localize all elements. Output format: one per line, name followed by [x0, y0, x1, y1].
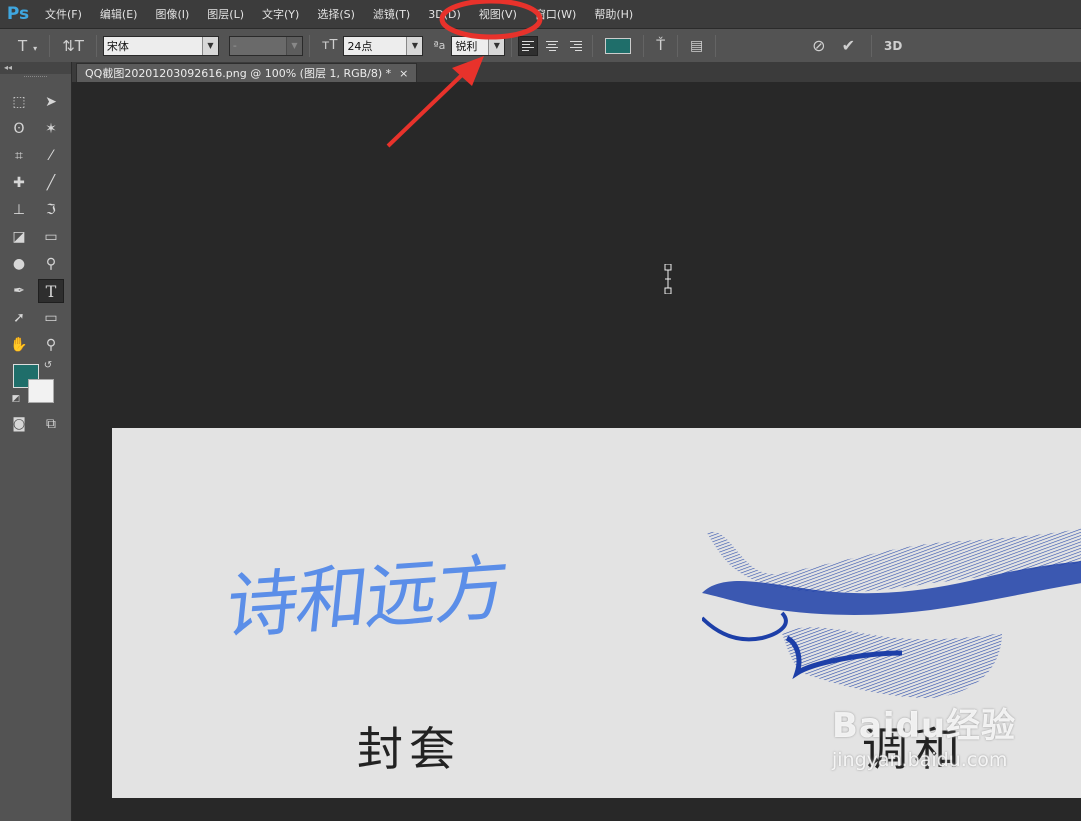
zoom-tool-icon[interactable]: ⚲ [38, 333, 64, 357]
document-canvas[interactable]: 诗和远方 封套 调和 Baidu经验 jingyan.baidu.com [112, 428, 1081, 798]
close-icon[interactable]: × [399, 67, 408, 80]
lasso-tool-icon[interactable]: ʘ [6, 117, 32, 141]
history-brush-tool-icon[interactable]: ℑ [38, 198, 64, 222]
align-center-button[interactable] [542, 36, 562, 56]
chevron-down-icon: ▼ [406, 36, 423, 55]
quick-mask-icon[interactable]: ◙ [6, 412, 32, 436]
align-center-icon [546, 40, 559, 51]
menu-window[interactable]: 窗口(W) [526, 6, 585, 22]
menu-help[interactable]: 帮助(H) [585, 6, 642, 22]
rectangle-tool-icon[interactable]: ▭ [38, 306, 64, 330]
divider [676, 34, 678, 57]
divider [511, 34, 513, 57]
hand-tool-icon[interactable]: ✋ [6, 333, 32, 357]
antialias-select[interactable]: 锐利 ▼ [451, 35, 506, 56]
document-tab-strip: QQ截图20201203092616.png @ 100% (图层 1, RGB… [72, 62, 1081, 82]
menu-select[interactable]: 选择(S) [308, 6, 364, 22]
font-size-select[interactable]: 24点 ▼ [343, 35, 424, 56]
eraser-tool-icon[interactable]: ◪ [6, 225, 32, 249]
blur-tool-icon[interactable]: ● [6, 252, 32, 276]
type-tool-icon[interactable]: T [38, 279, 64, 303]
cancel-icon[interactable]: ⊘ [812, 36, 825, 55]
font-family-value: 宋体 [106, 39, 129, 53]
pen-tool-icon[interactable]: ✒ [6, 279, 32, 303]
align-right-button[interactable] [566, 36, 586, 56]
type-tool-preset-icon[interactable]: T ▾ [18, 37, 37, 55]
divider [643, 34, 645, 57]
eyedropper-tool-icon[interactable]: ⁄ [38, 144, 64, 168]
menu-bar: Ps 文件(F) 编辑(E) 图像(I) 图层(L) 文字(Y) 选择(S) 滤… [0, 0, 1081, 28]
menu-file[interactable]: 文件(F) [36, 6, 91, 22]
default-colors-icon[interactable]: ◩ [8, 392, 24, 406]
divider [870, 34, 872, 57]
chevron-down-icon: ▼ [201, 36, 218, 55]
document-tab[interactable]: QQ截图20201203092616.png @ 100% (图层 1, RGB… [76, 63, 418, 82]
font-family-select[interactable]: 宋体 ▼ [102, 35, 219, 56]
subtitle-left-text: 封套 [357, 722, 461, 776]
gradient-tool-icon[interactable]: ▭ [38, 225, 64, 249]
warp-text-icon[interactable]: Ť [656, 38, 665, 54]
divider [95, 34, 97, 57]
watermark-main-text: Baidu经验 [832, 706, 1017, 746]
toolbox-collapse-button[interactable]: ◂◂ [0, 62, 71, 74]
photoshop-logo: Ps [6, 4, 30, 24]
path-selection-tool-icon[interactable]: ➚ [6, 306, 32, 330]
character-panel-icon[interactable]: ▤ [690, 38, 703, 54]
move-tool-icon[interactable]: ➤ [38, 90, 64, 114]
text-color-swatch[interactable] [605, 37, 632, 54]
ribbon-wave-graphic [702, 528, 1081, 698]
font-size-value: 24点 [347, 39, 373, 53]
clone-stamp-tool-icon[interactable]: ⊥ [6, 198, 32, 222]
antialias-value: 锐利 [455, 39, 478, 53]
align-left-icon [522, 40, 535, 51]
menu-edit[interactable]: 编辑(E) [91, 6, 147, 22]
screen-mode-icon[interactable]: ⧉ [38, 412, 64, 436]
toolbox-grip[interactable] [24, 76, 47, 82]
align-right-icon [570, 40, 583, 51]
dodge-tool-icon[interactable]: ⚲ [38, 252, 64, 276]
commit-check-icon[interactable]: ✔ [842, 36, 855, 55]
divider [715, 34, 717, 57]
brush-tool-icon[interactable]: ╱ [38, 171, 64, 195]
divider [308, 34, 310, 57]
font-style-select[interactable]: - ▼ [228, 35, 303, 56]
align-left-button[interactable] [518, 35, 539, 56]
poem-title-text: 诗和远方 [222, 544, 511, 650]
3d-button[interactable]: 3D [884, 39, 902, 53]
text-cursor-icon [664, 264, 672, 294]
magic-wand-tool-icon[interactable]: ✶ [38, 117, 64, 141]
healing-brush-tool-icon[interactable]: ✚ [6, 171, 32, 195]
chevron-down-icon: ▼ [285, 36, 302, 55]
document-tab-title: QQ截图20201203092616.png @ 100% (图层 1, RGB… [85, 67, 392, 80]
font-style-value: - [232, 39, 237, 52]
menu-view[interactable]: 视图(V) [470, 6, 526, 22]
toolbox: ◂◂ ⬚ ➤ ʘ ✶ ⌗ ⁄ ✚ ╱ ⊥ ℑ ◪ ▭ ● ⚲ ✒ T ➚ ▭ ✋… [0, 62, 72, 821]
font-size-icon: ᴛT [321, 38, 338, 53]
menu-type[interactable]: 文字(Y) [253, 6, 308, 22]
swap-colors-icon[interactable]: ↺ [40, 358, 56, 372]
divider [592, 34, 594, 57]
chevron-down-icon: ▼ [488, 36, 505, 55]
antialias-icon: ªa [433, 39, 446, 52]
menu-3d[interactable]: 3D(D) [419, 8, 470, 21]
options-bar: T ▾ ⇅T 宋体 ▼ - ▼ ᴛT 24点 ▼ ªa 锐利 ▼ Ť ▤ ⊘ ✔ … [0, 28, 1081, 62]
text-orientation-toggle-icon[interactable]: ⇅T [62, 37, 84, 55]
menu-layer[interactable]: 图层(L) [198, 6, 253, 22]
baidu-watermark: Baidu经验 jingyan.baidu.com [832, 698, 1016, 771]
rect-marquee-tool-icon[interactable]: ⬚ [6, 90, 32, 114]
crop-tool-icon[interactable]: ⌗ [6, 144, 32, 168]
menu-filter[interactable]: 滤镜(T) [364, 6, 419, 22]
background-color-swatch[interactable] [28, 379, 54, 403]
watermark-url-text: jingyan.baidu.com [832, 749, 1008, 771]
divider [49, 34, 51, 57]
menu-image[interactable]: 图像(I) [146, 6, 198, 22]
